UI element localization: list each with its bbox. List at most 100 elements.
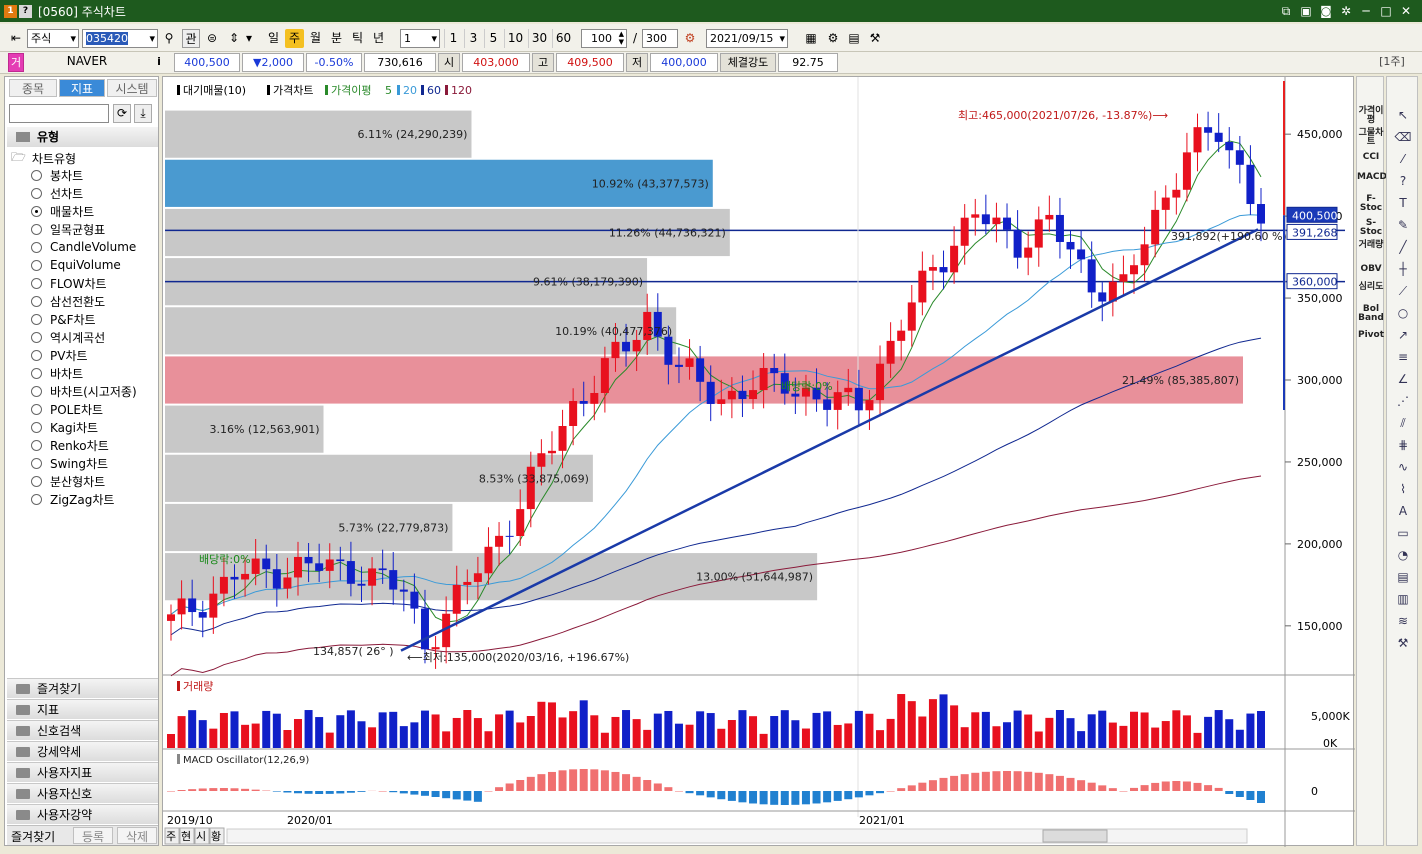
chart-type-option[interactable]: ZigZag차트 bbox=[31, 490, 114, 508]
indicator-shortcut[interactable]: OBV bbox=[1357, 265, 1385, 274]
sidebar-tab-1[interactable]: 지표 bbox=[59, 79, 105, 97]
fan-icon[interactable]: ◔ bbox=[1394, 547, 1412, 563]
period-button-2[interactable]: 월 bbox=[306, 29, 325, 48]
section-type[interactable]: 유형 bbox=[7, 127, 158, 147]
chart-type-option[interactable]: 봉차트 bbox=[31, 166, 83, 184]
arrow-up-icon[interactable]: ↗ bbox=[1394, 327, 1412, 343]
wave-icon[interactable]: ∿ bbox=[1394, 459, 1412, 475]
indicator-shortcut[interactable]: S-Stoc bbox=[1357, 219, 1385, 237]
pointer-icon[interactable]: ↖ bbox=[1394, 107, 1412, 123]
line-icon[interactable]: ╱ bbox=[1394, 239, 1412, 255]
period-button-3[interactable]: 분 bbox=[327, 29, 346, 48]
angle-icon[interactable]: ∠ bbox=[1394, 371, 1412, 387]
chart-type-option[interactable]: Kagi차트 bbox=[31, 418, 98, 436]
chart-type-option[interactable]: 매물차트 bbox=[31, 202, 94, 220]
info-icon[interactable]: i bbox=[152, 53, 166, 72]
chart-type-option[interactable]: P&F차트 bbox=[31, 310, 96, 328]
interval-button-5[interactable]: 60 bbox=[552, 29, 574, 48]
link-icon[interactable]: ⧉ bbox=[1278, 3, 1294, 19]
chart-type-option[interactable]: 삼선전환도 bbox=[31, 292, 105, 310]
indicator-shortcut[interactable]: 거래량 bbox=[1357, 241, 1385, 250]
indicator-shortcut[interactable]: 그물차트 bbox=[1357, 129, 1385, 147]
tools-icon[interactable]: ⚒ bbox=[866, 29, 884, 48]
chart-type-option[interactable]: FLOW차트 bbox=[31, 274, 107, 292]
text-icon[interactable]: T bbox=[1394, 195, 1412, 211]
bottom-tab[interactable]: 주 bbox=[164, 827, 180, 845]
period-button-4[interactable]: 틱 bbox=[348, 29, 367, 48]
maximize-icon[interactable]: □ bbox=[1378, 3, 1394, 19]
ruler-icon[interactable]: ⟋ bbox=[1394, 283, 1412, 299]
indicator-shortcut[interactable]: 심리도 bbox=[1357, 283, 1385, 292]
toggle-icon[interactable]: ⊜ bbox=[203, 29, 221, 48]
indicator-shortcut[interactable]: MACD bbox=[1357, 173, 1387, 182]
chevron-down-icon[interactable]: ▾ bbox=[244, 29, 254, 48]
delete-button[interactable]: 삭제 bbox=[117, 827, 157, 844]
gear-icon[interactable]: ⚙ bbox=[824, 29, 842, 48]
chart-type-option[interactable]: 분산형차트 bbox=[31, 472, 105, 490]
window-icon[interactable]: ▭ bbox=[1394, 525, 1412, 541]
help-icon[interactable]: ? bbox=[19, 4, 32, 18]
chart-type-option[interactable]: 바차트 bbox=[31, 364, 83, 382]
chart-type-option[interactable]: 바차트(시고저종) bbox=[31, 382, 137, 400]
eraser-icon[interactable]: ⌫ bbox=[1394, 129, 1412, 145]
sidebar-folder[interactable]: 지표 bbox=[7, 699, 158, 719]
chart-type-option[interactable]: EquiVolume bbox=[31, 256, 121, 274]
scroll-thumb[interactable] bbox=[1042, 829, 1108, 843]
sidebar-folder[interactable]: 사용자지표 bbox=[7, 762, 158, 782]
download-icon[interactable]: ⤓ bbox=[134, 104, 152, 123]
register-button[interactable]: 등록 bbox=[73, 827, 113, 844]
period-button-5[interactable]: 년 bbox=[369, 29, 388, 48]
help-icon[interactable]: ? bbox=[1394, 173, 1412, 189]
pen-icon[interactable]: ✎ bbox=[1394, 217, 1412, 233]
tree-root[interactable]: 🗁 차트유형 bbox=[11, 149, 76, 167]
sidebar-folder[interactable]: 사용자신호 bbox=[7, 783, 158, 803]
camera-icon[interactable]: ◙ bbox=[1318, 3, 1334, 19]
app-icon[interactable]: 1 bbox=[4, 4, 17, 18]
pitch-icon[interactable]: ⋰ bbox=[1394, 393, 1412, 409]
fibo-icon[interactable]: ≡ bbox=[1394, 349, 1412, 365]
settings-icon[interactable]: ⚙ bbox=[681, 29, 699, 48]
doc-icon[interactable]: ▤ bbox=[1394, 569, 1412, 585]
bars-icon[interactable]: ▥ bbox=[1394, 591, 1412, 607]
grid-icon[interactable]: ⋕ bbox=[1394, 437, 1412, 453]
sidebar-folder[interactable]: 사용자강약 bbox=[7, 804, 158, 824]
jump-button[interactable]: 관 bbox=[182, 29, 200, 48]
wrench-icon[interactable]: ⚒ bbox=[1394, 635, 1412, 651]
sidebar-tab-0[interactable]: 종목 bbox=[9, 79, 57, 97]
rsi-icon[interactable]: ≋ bbox=[1394, 613, 1412, 629]
cross-line-icon[interactable]: ┼ bbox=[1394, 261, 1412, 277]
indicator-shortcut[interactable]: 가격이평 bbox=[1357, 107, 1385, 125]
chart-type-option[interactable]: POLE차트 bbox=[31, 400, 103, 418]
indicator-shortcut[interactable]: F-Stoc bbox=[1357, 195, 1385, 213]
auto-icon[interactable]: A bbox=[1394, 503, 1412, 519]
table-icon[interactable]: ▦ bbox=[802, 29, 820, 48]
sidebar-folder[interactable]: 즐겨찾기 bbox=[7, 678, 158, 698]
draw-line-icon[interactable]: ⁄ bbox=[1394, 151, 1412, 167]
interval-button-4[interactable]: 30 bbox=[528, 29, 550, 48]
circle-icon[interactable]: ○ bbox=[1394, 305, 1412, 321]
interval-button-3[interactable]: 10 bbox=[504, 29, 526, 48]
interval-select[interactable]: 1 ▾ bbox=[400, 29, 440, 48]
interval-button-1[interactable]: 3 bbox=[464, 29, 482, 48]
interval-button-2[interactable]: 5 bbox=[484, 29, 502, 48]
sidebar-tab-2[interactable]: 시스템 bbox=[107, 79, 157, 97]
zigzag-icon[interactable]: ⌇ bbox=[1394, 481, 1412, 497]
market-select[interactable]: 주식 ▾ bbox=[27, 29, 79, 48]
gear-icon[interactable]: ✲ bbox=[1338, 3, 1354, 19]
interval-button-0[interactable]: 1 bbox=[444, 29, 462, 48]
date-select[interactable]: 2021/09/15 ▾ bbox=[706, 29, 788, 48]
save-icon[interactable]: ▤ bbox=[845, 29, 863, 48]
chart-area[interactable]: 6.11% (24,290,239) 10.92% (43,377,573) 11.… bbox=[162, 76, 1355, 847]
chart-type-option[interactable]: Swing차트 bbox=[31, 454, 108, 472]
display-count-input[interactable]: 100 ▲ ▼ bbox=[581, 29, 627, 48]
indicator-search-input[interactable] bbox=[9, 104, 109, 123]
chart-type-option[interactable]: PV차트 bbox=[31, 346, 88, 364]
close-icon[interactable]: ✕ bbox=[1398, 3, 1414, 19]
code-input[interactable]: 035420 ▾ bbox=[82, 29, 158, 48]
refresh-icon[interactable]: ⟳ bbox=[113, 104, 131, 123]
period-button-1[interactable]: 주 bbox=[285, 29, 304, 48]
sidebar-folder[interactable]: 강세약세 bbox=[7, 741, 158, 761]
indicator-shortcut[interactable]: Bol Band bbox=[1357, 305, 1385, 323]
search-icon[interactable]: ⚲ bbox=[160, 29, 178, 48]
copy-window-icon[interactable]: ▣ bbox=[1298, 3, 1314, 19]
